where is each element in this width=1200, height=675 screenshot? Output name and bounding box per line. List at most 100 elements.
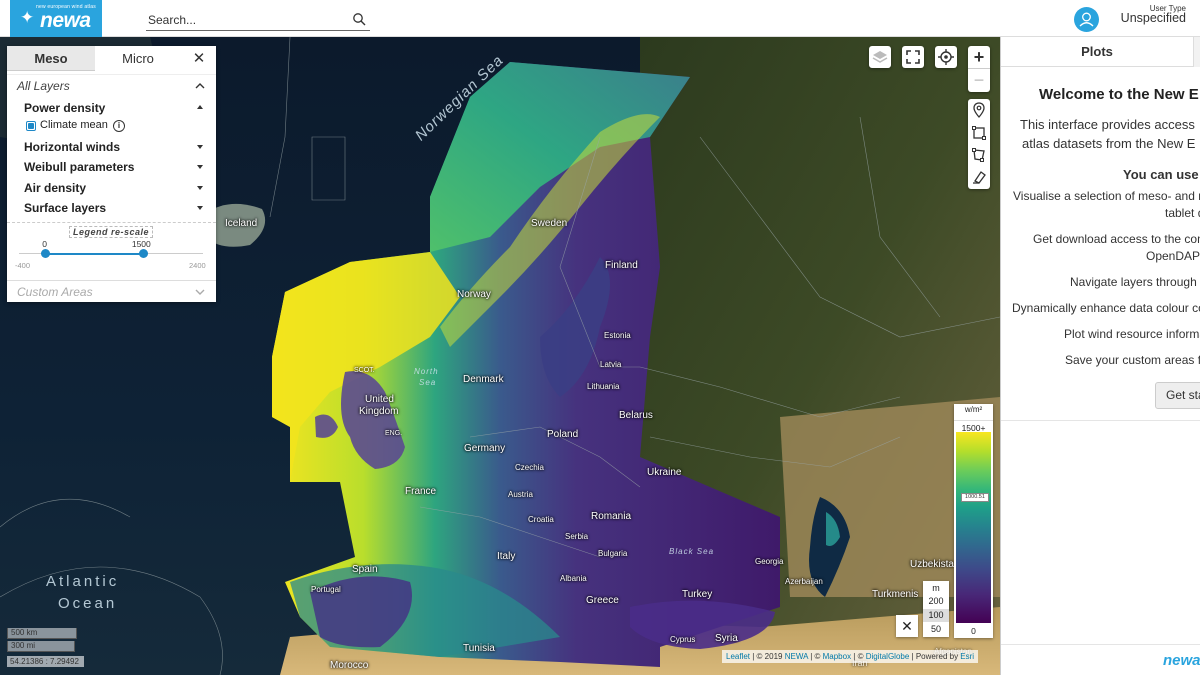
map-label-country: Croatia: [528, 515, 554, 524]
map-label-country: Portugal: [311, 585, 341, 594]
map-label-country: Bulgaria: [598, 549, 628, 558]
attribution-leaflet-link[interactable]: Leaflet: [726, 652, 750, 661]
cursor-coordinates: 54.21386 : 7.29492: [7, 656, 84, 667]
map-label-north-sea-1: North: [414, 367, 439, 376]
map-label-country: ENG.: [385, 430, 403, 437]
climate-mean-checkbox[interactable]: [26, 121, 36, 131]
divider: [1001, 644, 1200, 645]
user-type-value[interactable]: Unspecified: [1121, 11, 1186, 25]
map-label-north-sea-2: Sea: [419, 378, 437, 387]
draw-toolbar: [968, 99, 990, 189]
user-type-selector[interactable]: User Type Unspecified: [1070, 3, 1190, 35]
map-label-country: Morocco: [330, 660, 369, 671]
layers-button[interactable]: [869, 46, 891, 68]
tab-plots[interactable]: Plots: [1001, 37, 1193, 67]
attribution-digitalglobe-link[interactable]: DigitalGlobe: [866, 652, 910, 661]
fullscreen-icon: [906, 50, 920, 64]
layer-surface-layers[interactable]: Surface layers: [24, 201, 106, 215]
you-can-use-heading: You can use t: [1123, 167, 1200, 182]
map-label-country: Ukraine: [647, 467, 682, 478]
tab-meso[interactable]: Meso: [7, 46, 95, 71]
map-pin-icon: [973, 102, 985, 118]
layer-weibull-parameters[interactable]: Weibull parameters: [24, 160, 134, 174]
scale-bar-mi: 300 mi: [7, 641, 75, 652]
map-label-black-sea: Black Sea: [669, 547, 715, 556]
slider-handle-high[interactable]: [139, 249, 149, 258]
expand-arrow-icon[interactable]: [197, 145, 203, 149]
logo-text: newa: [40, 9, 91, 32]
info-icon[interactable]: i: [113, 120, 125, 132]
attribution-newa-link[interactable]: NEWA: [785, 652, 808, 661]
user-avatar-icon[interactable]: [1074, 7, 1099, 32]
map-label-country: Czechia: [515, 463, 544, 472]
height-close-icon[interactable]: ✕: [896, 615, 918, 637]
legend-min-value: 0: [971, 626, 976, 636]
search-input[interactable]: [146, 9, 346, 30]
map-label-country: Belarus: [619, 410, 653, 421]
erase-button[interactable]: [968, 166, 990, 188]
legend-marker[interactable]: 1000.51: [961, 493, 989, 502]
draw-polygon-button[interactable]: [968, 144, 990, 166]
eraser-icon: [973, 171, 986, 184]
map-label-country: Denmark: [463, 374, 504, 385]
expand-arrow-icon[interactable]: [197, 186, 203, 190]
get-started-button[interactable]: Get sta: [1155, 382, 1200, 409]
bottom-logo: newa: [1163, 652, 1200, 669]
feature-item: Navigate layers through l: [1070, 275, 1200, 289]
slider-low-value: 0: [42, 239, 48, 249]
zoom-in-button[interactable]: +: [968, 46, 990, 69]
divider: [1001, 420, 1200, 421]
map-label-country: Latvia: [600, 360, 622, 369]
chevron-down-icon: [195, 289, 205, 295]
map-label-country: Greece: [586, 595, 619, 606]
map-label-country: Uzbekista: [910, 559, 954, 570]
map-label-atlantic: Atlantic: [46, 573, 120, 590]
newa-logo[interactable]: ✦ new european wind atlas newa: [10, 0, 102, 37]
tab-micro[interactable]: Micro: [95, 46, 181, 71]
right-panel: Plots Welcome to the New E This interfac…: [1000, 37, 1200, 675]
height-option-100[interactable]: 100: [923, 609, 949, 622]
locate-button[interactable]: [935, 46, 957, 68]
layer-horizontal-winds[interactable]: Horizontal winds: [24, 140, 120, 154]
height-option-200[interactable]: 200: [923, 595, 949, 608]
rectangle-icon: [972, 126, 986, 140]
polygon-icon: [972, 148, 985, 162]
slider-handle-low[interactable]: [40, 249, 50, 258]
draw-rectangle-button[interactable]: [968, 122, 990, 144]
height-selector: m 200 100 50: [923, 581, 949, 637]
map-label-country: Lithuania: [587, 382, 620, 391]
intro-text: atlas datasets from the New E: [1022, 136, 1196, 151]
all-layers-toggle[interactable]: All Layers: [7, 74, 216, 96]
zoom-out-button[interactable]: −: [968, 69, 990, 92]
collapse-arrow-icon[interactable]: [197, 105, 203, 109]
custom-areas-toggle[interactable]: Custom Areas: [7, 280, 216, 302]
expand-arrow-icon[interactable]: [197, 165, 203, 169]
attribution-mapbox-link[interactable]: Mapbox: [823, 652, 851, 661]
layer-air-density[interactable]: Air density: [24, 181, 86, 195]
layer-power-density[interactable]: Power density: [24, 101, 105, 115]
attribution-sep: | Powered by: [909, 652, 961, 661]
map-label-country: Azerbaijan: [785, 577, 823, 586]
panel-close-icon[interactable]: ✕: [191, 51, 207, 67]
attribution-sep: | ©: [851, 652, 866, 661]
search-icon[interactable]: [352, 12, 366, 26]
layer-panel: Meso Micro ✕ All Layers Power density Cl…: [7, 46, 216, 302]
slider-min-label: -400: [15, 261, 31, 270]
layers-icon: [872, 51, 888, 63]
intro-text: This interface provides access: [1020, 117, 1195, 132]
map-label-country: Spain: [352, 564, 378, 575]
map-label-country: Sweden: [531, 218, 568, 229]
draw-marker-button[interactable]: [968, 99, 990, 121]
scale-bar-km: 500 km: [7, 628, 77, 639]
map-label-country: Italy: [497, 551, 516, 562]
expand-arrow-icon[interactable]: [197, 206, 203, 210]
map-label-country: Germany: [464, 443, 506, 454]
height-option-50[interactable]: 50: [923, 623, 949, 636]
map-label-country: Turkey: [682, 589, 713, 600]
attribution-sep: | © 2019: [750, 652, 785, 661]
attribution-esri-link[interactable]: Esri: [960, 652, 974, 661]
search-box: [146, 9, 370, 31]
zoom-control: + −: [968, 46, 990, 92]
fullscreen-button[interactable]: [902, 46, 924, 68]
slider-high-value: 1500: [131, 239, 151, 249]
